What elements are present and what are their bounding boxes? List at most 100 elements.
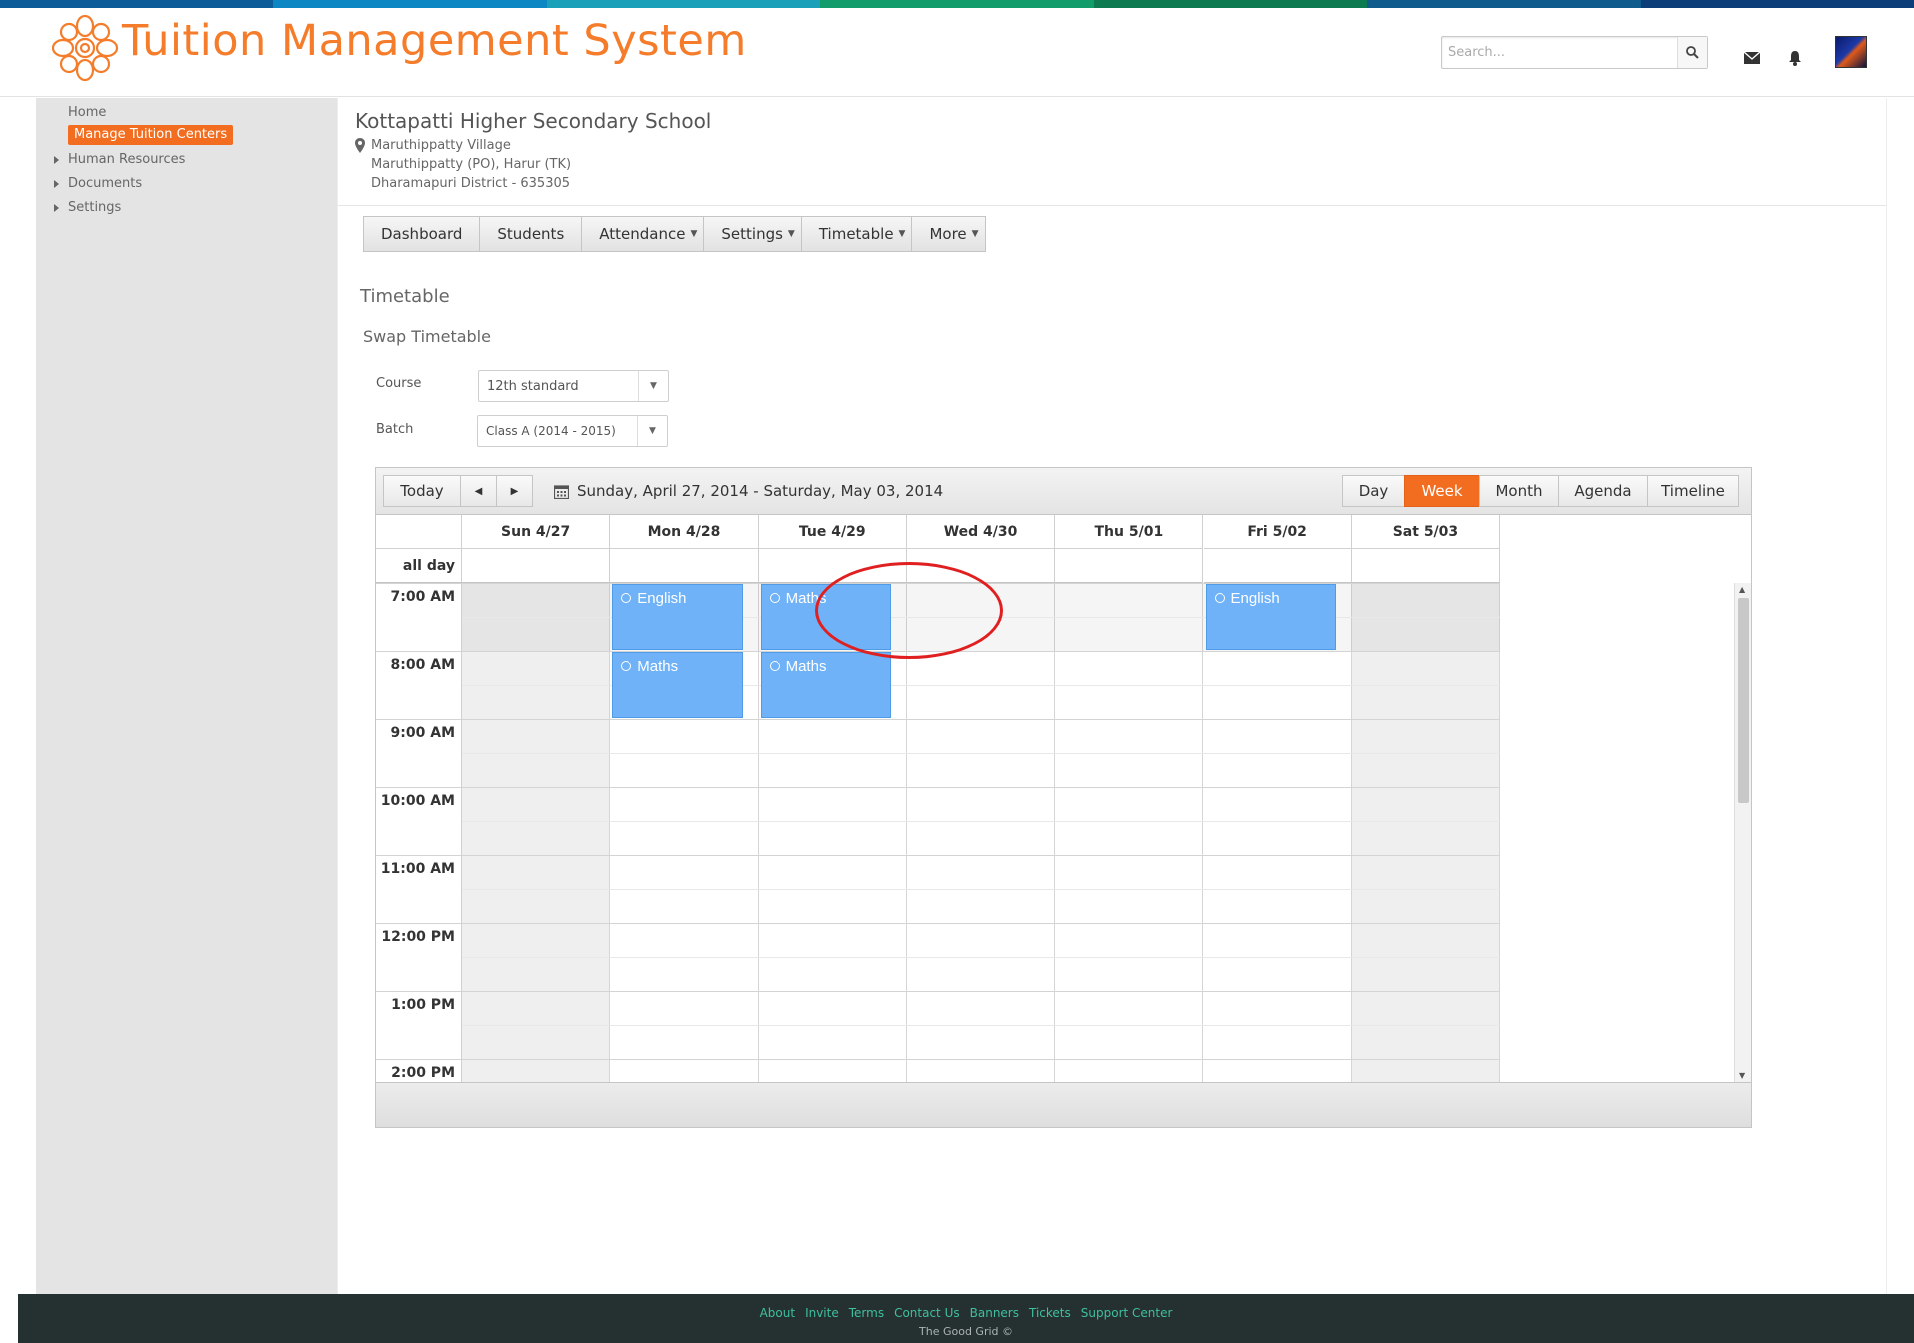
tab-label: Dashboard	[381, 225, 463, 243]
sidebar-item-manage-tuition-centers[interactable]: Manage Tuition Centers	[68, 125, 234, 145]
all-day-cell[interactable]	[1203, 549, 1352, 583]
footer-copyright: The Good Grid ©	[919, 1325, 1013, 1338]
event-english[interactable]: English	[1205, 584, 1336, 650]
caret-down-icon: ▼	[898, 229, 906, 239]
chevron-down-icon[interactable]: ▼	[638, 371, 668, 401]
top-color-strip	[0, 0, 1914, 8]
sidebar-item-home[interactable]: Home	[68, 105, 106, 120]
view-week-button[interactable]: Week	[1404, 475, 1480, 507]
day-header-mon-4-28[interactable]: Mon 4/28	[610, 515, 759, 549]
footer-link-terms[interactable]: Terms	[849, 1306, 884, 1320]
footer-link-about[interactable]: About	[760, 1306, 795, 1320]
scheduler-footer	[376, 1082, 1751, 1127]
chevron-left-icon[interactable]: ◀	[460, 475, 497, 507]
all-day-cell[interactable]	[1351, 549, 1501, 583]
calendar-icon	[554, 484, 569, 499]
school-name: Kottapatti Higher Secondary School	[355, 109, 712, 133]
day-header-tue-4-29[interactable]: Tue 4/29	[758, 515, 907, 549]
location-pin-icon	[355, 138, 365, 153]
caret-down-icon: ▼	[690, 229, 698, 239]
time-label: 2:00 PM	[391, 1065, 455, 1081]
view-day-button[interactable]: Day	[1342, 475, 1405, 507]
day-header-wed-4-30[interactable]: Wed 4/30	[906, 515, 1056, 549]
tab-label: Timetable	[818, 225, 894, 243]
tab-students[interactable]: Students	[480, 217, 583, 251]
avatar[interactable]	[1835, 36, 1867, 68]
day-column[interactable]	[1055, 583, 1204, 1082]
today-button[interactable]: Today	[383, 475, 461, 507]
search-box[interactable]	[1441, 36, 1708, 69]
day-column[interactable]	[462, 583, 611, 1082]
tab-attendance[interactable]: Attendance ▼	[582, 217, 705, 251]
all-day-cell[interactable]	[610, 549, 759, 583]
day-header-thu-5-01[interactable]: Thu 5/01	[1055, 515, 1204, 549]
tab-timetable[interactable]: Timetable ▼	[802, 217, 913, 251]
day-header-sat-5-03[interactable]: Sat 5/03	[1351, 515, 1501, 549]
recurring-icon	[621, 659, 634, 671]
tab-dashboard[interactable]: Dashboard	[364, 217, 481, 251]
recurring-icon	[1214, 591, 1227, 603]
main-content: Kottapatti Higher Secondary School Marut…	[337, 98, 1887, 1294]
tab-settings[interactable]: Settings ▼	[704, 217, 802, 251]
vertical-scrollbar[interactable]: ▲ ▼	[1734, 583, 1751, 1082]
scroll-up-icon[interactable]: ▲	[1739, 585, 1745, 594]
time-label: 1:00 PM	[391, 997, 455, 1013]
time-label: 8:00 AM	[390, 657, 455, 673]
expand-arrow-icon	[54, 156, 59, 164]
day-header-fri-5-02[interactable]: Fri 5/02	[1203, 515, 1352, 549]
event-maths[interactable]: Maths	[612, 652, 743, 718]
sidebar-item-documents[interactable]: Documents	[54, 176, 142, 191]
logo-icon[interactable]	[50, 12, 120, 84]
school-address-line-2: Maruthippatty (PO), Harur (TK)	[371, 157, 572, 172]
batch-select[interactable]: Class A (2014 - 2015) ▼	[477, 415, 668, 447]
course-select[interactable]: 12th standard ▼	[478, 370, 669, 402]
hour-gridline	[376, 923, 1501, 924]
search-input[interactable]	[1448, 39, 1672, 66]
sidebar-item-settings[interactable]: Settings	[54, 200, 121, 215]
search-button[interactable]	[1677, 37, 1707, 68]
tab-more[interactable]: More ▼	[912, 217, 984, 251]
recurring-icon	[769, 591, 782, 603]
highlight-annotation	[815, 562, 1003, 659]
footer-link-tickets[interactable]: Tickets	[1029, 1306, 1071, 1320]
chevron-down-icon[interactable]: ▼	[637, 416, 667, 446]
event-maths[interactable]: Maths	[760, 652, 891, 718]
color-strip-segment	[1640, 0, 1914, 8]
date-range-label: Sunday, April 27, 2014 - Saturday, May 0…	[577, 482, 944, 500]
mail-icon[interactable]	[1742, 48, 1762, 68]
sidebar: Home Manage Tuition Centers Human Resour…	[36, 98, 337, 1294]
day-header-sun-4-27[interactable]: Sun 4/27	[462, 515, 611, 549]
half-hour-gridline	[462, 821, 1501, 822]
hour-gridline	[376, 1059, 1501, 1060]
app-title[interactable]: Tuition Management System	[122, 16, 747, 66]
course-label: Course	[376, 376, 422, 391]
footer-links: About Invite Terms Contact Us Banners Tickets…	[18, 1306, 1914, 1320]
hour-gridline	[376, 787, 1501, 788]
course-value: 12th standard	[487, 379, 579, 394]
footer-link-banners[interactable]: Banners	[970, 1306, 1019, 1320]
bell-icon[interactable]	[1785, 48, 1805, 68]
scroll-thumb[interactable]	[1738, 598, 1749, 803]
half-hour-gridline	[462, 889, 1501, 890]
hour-gridline	[376, 719, 1501, 720]
time-label: 10:00 AM	[380, 793, 455, 809]
view-timeline-button[interactable]: Timeline	[1647, 475, 1739, 507]
footer-link-contact-us[interactable]: Contact Us	[894, 1306, 960, 1320]
grid-corner	[376, 515, 462, 549]
day-column[interactable]	[1351, 583, 1501, 1082]
half-hour-gridline	[462, 753, 1501, 754]
scroll-down-icon[interactable]: ▼	[1739, 1071, 1745, 1080]
footer-link-support-center[interactable]: Support Center	[1081, 1306, 1173, 1320]
date-range[interactable]: Sunday, April 27, 2014 - Saturday, May 0…	[554, 482, 943, 500]
all-day-cell[interactable]	[462, 549, 611, 583]
view-agenda-button[interactable]: Agenda	[1558, 475, 1648, 507]
chevron-right-icon[interactable]: ▶	[496, 475, 533, 507]
search-icon	[1686, 46, 1699, 59]
all-day-cell[interactable]	[1055, 549, 1204, 583]
day-column[interactable]	[1203, 583, 1352, 1082]
sidebar-item-human-resources[interactable]: Human Resources	[54, 152, 185, 167]
footer-link-invite[interactable]: Invite	[805, 1306, 839, 1320]
event-title: Maths	[637, 658, 679, 675]
view-month-button[interactable]: Month	[1479, 475, 1559, 507]
event-english[interactable]: English	[612, 584, 743, 650]
